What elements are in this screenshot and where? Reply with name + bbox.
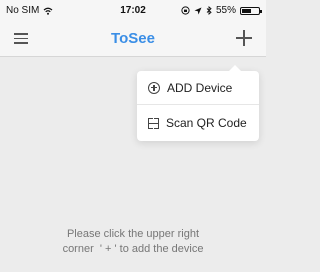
add-device-menu-item[interactable]: ADD Device [137, 71, 259, 105]
battery-fill [242, 8, 251, 13]
status-right: 55% [181, 5, 262, 16]
add-device-label: ADD Device [167, 80, 233, 95]
nav-bar: ToSee [0, 22, 266, 57]
scan-qr-label: Scan QR Code [166, 116, 247, 130]
battery-tip [260, 9, 262, 13]
scan-qr-menu-item[interactable]: Scan QR Code [137, 106, 259, 140]
lock-rotation-icon [181, 6, 190, 15]
page-title: ToSee [111, 30, 155, 47]
hint-line-1: Please click the upper right [66, 228, 200, 240]
circle-plus-icon [148, 81, 160, 94]
hint-line-2: corner ' + ' to add the device [62, 243, 204, 255]
add-plus-icon[interactable] [236, 30, 252, 46]
battery-icon [240, 6, 262, 15]
empty-state-hint: Please click the upper right corner ' + … [20, 227, 246, 257]
location-icon [194, 7, 202, 14]
bluetooth-icon [206, 6, 212, 15]
battery-percent: 55% [215, 5, 236, 16]
scan-icon [148, 117, 159, 129]
status-bar: No SIM 17:02 55% [0, 0, 266, 22]
add-menu-popup: ADD Device Scan QR Code [137, 65, 259, 141]
